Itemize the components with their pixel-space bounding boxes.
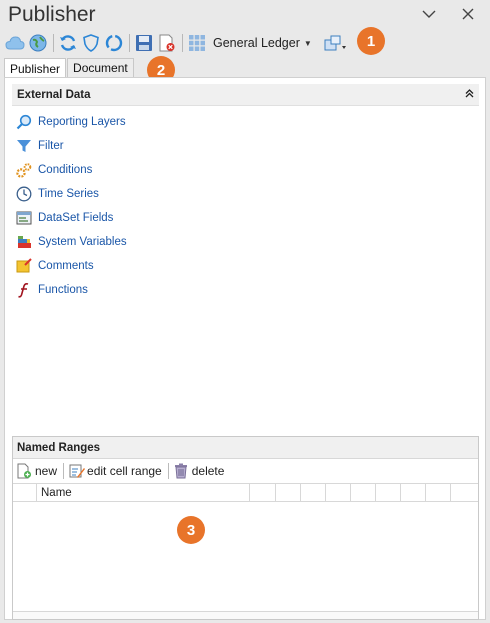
ext-item-label: DataSet Fields — [38, 212, 114, 224]
sync-button[interactable] — [103, 32, 125, 54]
toolbar-separator — [63, 463, 65, 479]
dropdown-caret-icon: ▼ — [303, 38, 312, 48]
toolbar-separator — [167, 463, 169, 479]
horizontal-scrollbar[interactable] — [13, 611, 478, 619]
ext-item-label: Time Series — [38, 188, 99, 200]
variables-icon — [15, 233, 33, 251]
cloud-icon — [5, 36, 25, 50]
column-header[interactable] — [250, 484, 276, 501]
tab-strip: Publisher Document — [4, 58, 134, 78]
named-ranges-toolbar: new edit cell range delete — [13, 459, 478, 483]
grid-button[interactable] — [186, 32, 208, 54]
add-window-dropdown[interactable] — [320, 32, 350, 54]
new-file-icon — [16, 463, 33, 480]
gears-icon — [15, 161, 33, 179]
ext-item-label: Comments — [38, 260, 94, 272]
magnifier-icon — [15, 113, 33, 131]
ledger-dropdown-label: General Ledger — [213, 36, 300, 50]
ext-item-label: Filter — [38, 140, 64, 152]
collapse-section-icon[interactable] — [465, 88, 474, 101]
ext-item-label: Conditions — [38, 164, 93, 176]
close-pane-button[interactable] — [458, 4, 478, 24]
globe-icon — [29, 34, 47, 52]
cloud-button[interactable] — [4, 32, 26, 54]
chevron-down-icon — [422, 10, 436, 18]
sync-icon — [105, 34, 123, 52]
column-header-name[interactable]: Name — [37, 484, 250, 501]
save-icon — [136, 35, 152, 51]
ext-item-label: System Variables — [38, 236, 127, 248]
title-bar: Publisher — [0, 0, 490, 30]
close-icon — [462, 8, 474, 20]
callout-badge-1: 1 — [357, 27, 385, 55]
ext-item-comments[interactable]: Comments — [15, 254, 127, 278]
funnel-icon — [15, 137, 33, 155]
pane-title: Publisher — [8, 3, 96, 26]
new-range-button[interactable]: new — [16, 463, 57, 480]
ext-item-label: Functions — [38, 284, 88, 296]
named-ranges-title: Named Ranges — [13, 437, 478, 459]
callout-badge-3: 3 — [177, 516, 205, 544]
named-ranges-grid-header: Name — [13, 483, 478, 502]
save-button[interactable] — [133, 32, 155, 54]
globe-button[interactable] — [27, 32, 49, 54]
column-header[interactable] — [426, 484, 451, 501]
refresh-button[interactable] — [57, 32, 79, 54]
toolbar-separator — [129, 34, 130, 52]
ext-item-time-series[interactable]: Time Series — [15, 182, 127, 206]
ext-item-system-variables[interactable]: System Variables — [15, 230, 127, 254]
toolbar-separator — [182, 34, 183, 52]
row-selector-column — [13, 484, 37, 501]
edit-cell-range-label: edit cell range — [87, 464, 162, 478]
publisher-pane: Publisher General Ledger ▼ 1 2 Publisher… — [0, 0, 490, 623]
named-ranges-section: Named Ranges new edit cell range delete — [12, 436, 479, 620]
shield-button[interactable] — [80, 32, 102, 54]
external-data-list: Reporting Layers Filter Conditions Time … — [15, 110, 127, 302]
column-header[interactable] — [301, 484, 326, 501]
grid-icon — [189, 35, 205, 51]
publisher-panel: External Data Reporting Layers Filter Co… — [4, 77, 486, 620]
delete-range-label: delete — [191, 464, 225, 478]
ext-item-label: Reporting Layers — [38, 116, 126, 128]
function-icon — [15, 281, 33, 299]
ext-item-dataset-fields[interactable]: DataSet Fields — [15, 206, 127, 230]
delete-file-button[interactable] — [156, 32, 178, 54]
column-header[interactable] — [401, 484, 426, 501]
ledger-dropdown[interactable]: General Ledger ▼ — [213, 36, 312, 50]
edit-range-icon — [68, 463, 85, 480]
column-header[interactable] — [351, 484, 376, 501]
new-range-label: new — [35, 464, 58, 478]
tab-document[interactable]: Document — [67, 58, 134, 77]
named-ranges-grid-body[interactable] — [13, 502, 478, 608]
ext-item-filter[interactable]: Filter — [15, 134, 127, 158]
ext-item-conditions[interactable]: Conditions — [15, 158, 127, 182]
add-window-icon — [324, 35, 346, 51]
external-data-title: External Data — [17, 88, 91, 101]
main-toolbar: General Ledger ▼ — [0, 30, 490, 56]
shield-icon — [83, 34, 99, 52]
clock-icon — [15, 185, 33, 203]
tab-publisher[interactable]: Publisher — [4, 58, 67, 78]
trash-icon — [173, 463, 190, 480]
ext-item-reporting-layers[interactable]: Reporting Layers — [15, 110, 127, 134]
note-icon — [15, 257, 33, 275]
dataset-icon — [15, 209, 33, 227]
column-header[interactable] — [376, 484, 401, 501]
delete-range-button[interactable]: delete — [173, 463, 225, 480]
external-data-header[interactable]: External Data — [12, 84, 479, 106]
delete-file-icon — [159, 34, 175, 52]
collapse-pane-button[interactable] — [419, 4, 439, 24]
edit-cell-range-button[interactable]: edit cell range — [68, 463, 162, 480]
refresh-icon — [60, 35, 76, 51]
toolbar-separator — [53, 34, 54, 52]
column-header[interactable] — [326, 484, 351, 501]
column-header[interactable] — [276, 484, 301, 501]
ext-item-functions[interactable]: Functions — [15, 278, 127, 302]
